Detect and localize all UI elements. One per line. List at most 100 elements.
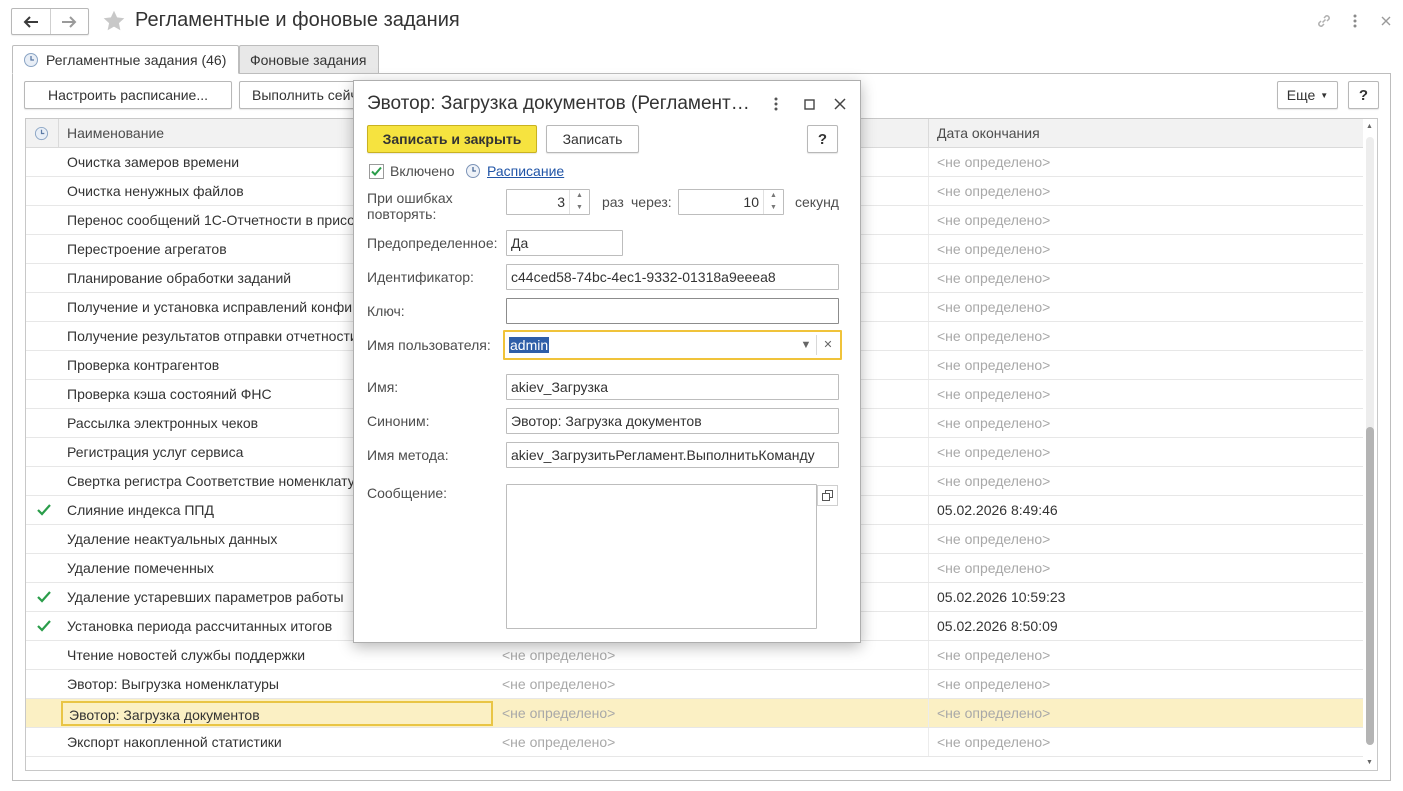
checkmark-icon — [371, 166, 382, 176]
spin-up-icon[interactable]: ▲ — [764, 190, 783, 202]
method-field[interactable]: akiev_ЗагрузитьРегламент.ВыполнитьКоманд… — [506, 442, 839, 468]
table-row[interactable]: Экспорт накопленной статистики <не опреде… — [26, 728, 1364, 757]
enabled-checkbox[interactable] — [369, 164, 384, 179]
favorite-star-icon[interactable] — [102, 9, 126, 33]
job-end-date-cell: <не определено> — [937, 415, 1051, 431]
job-end-date-cell: <не определено> — [937, 444, 1051, 460]
save-and-close-button[interactable]: Записать и закрыть — [367, 125, 537, 153]
dropdown-arrow-icon[interactable]: ▼ — [796, 335, 816, 355]
times-label: раз — [602, 194, 624, 210]
job-name-cell[interactable]: Эвотор: Загрузка документов — [61, 701, 493, 726]
scroll-thumb[interactable] — [1366, 427, 1374, 745]
job-end-date-cell: 05.02.2026 8:49:46 — [937, 502, 1058, 518]
job-start-cell: <не определено> — [502, 647, 616, 663]
synonym-field[interactable]: Эвотор: Загрузка документов — [506, 408, 839, 434]
seconds-label: секунд — [795, 194, 839, 210]
job-end-date-cell: 05.02.2026 8:50:09 — [937, 618, 1058, 634]
save-button[interactable]: Записать — [546, 125, 639, 153]
job-end-date-cell: <не определено> — [937, 560, 1051, 576]
dialog-help-button[interactable]: ? — [807, 125, 838, 153]
enabled-label: Включено — [390, 163, 455, 179]
forward-button[interactable] — [49, 9, 89, 34]
schedule-link[interactable]: Расписание — [487, 163, 564, 179]
retry-interval-stepper[interactable]: ▲ ▼ — [763, 190, 783, 214]
message-textarea[interactable] — [506, 484, 817, 629]
job-name-cell[interactable]: Чтение новостей службы поддержки — [67, 641, 493, 669]
job-end-date-cell: <не определено> — [937, 357, 1051, 373]
spin-down-icon[interactable]: ▼ — [764, 202, 783, 214]
job-name-cell[interactable]: Экспорт накопленной статистики — [67, 728, 493, 756]
retry-count-stepper[interactable]: ▲ ▼ — [569, 190, 589, 214]
job-end-date-cell: 05.02.2026 10:59:23 — [937, 589, 1066, 605]
tab-label: Регламентные задания (46) — [46, 51, 227, 68]
scroll-down-icon[interactable]: ▼ — [1366, 759, 1373, 766]
predefined-field: Да — [506, 230, 623, 256]
identifier-field[interactable]: c44ced58-74bc-4ec1-9332-01318a9eeea8 — [506, 264, 839, 290]
vertical-scrollbar[interactable]: ▲ ▼ — [1363, 119, 1377, 770]
job-end-date-cell: <не определено> — [937, 328, 1051, 344]
retry-count-field[interactable]: 3 ▲ ▼ — [506, 189, 590, 215]
window-title: Регламентные и фоновые задания — [135, 9, 460, 31]
dialog-close-icon[interactable] — [829, 93, 851, 115]
more-button[interactable]: Еще ▼ — [1277, 81, 1338, 109]
job-end-date-cell: <не определено> — [937, 270, 1051, 286]
job-start-cell: <не определено> — [502, 734, 616, 750]
dialog-more-icon[interactable] — [765, 93, 787, 115]
job-end-date-cell: <не определено> — [937, 676, 1051, 692]
method-label: Имя метода: — [367, 447, 449, 463]
after-label: через: — [631, 194, 672, 210]
schedule-settings-button[interactable]: Настроить расписание... — [24, 81, 232, 109]
job-end-date-cell: <не определено> — [937, 531, 1051, 547]
message-label: Сообщение: — [367, 485, 448, 501]
job-start-cell: <не определено> — [502, 676, 616, 692]
username-field[interactable]: admin ▼ ✕ — [503, 330, 842, 360]
table-row[interactable]: Эвотор: Загрузка документов <не определен… — [26, 699, 1364, 728]
spin-down-icon[interactable]: ▼ — [570, 202, 589, 214]
job-end-date-cell: <не определено> — [937, 705, 1051, 721]
maximize-icon[interactable] — [798, 93, 820, 115]
back-button[interactable] — [12, 9, 50, 34]
clear-icon[interactable]: ✕ — [818, 335, 838, 355]
open-editor-button[interactable] — [817, 485, 838, 506]
job-end-date-cell: <не определено> — [937, 154, 1051, 170]
column-header-name[interactable]: Наименование — [67, 119, 164, 148]
tab-scheduled-jobs[interactable]: Регламентные задания (46) — [12, 45, 239, 74]
status-column-icon — [34, 126, 49, 141]
checkmark-icon — [37, 504, 51, 516]
open-window-icon — [822, 490, 833, 501]
close-icon[interactable] — [1376, 11, 1396, 31]
key-field[interactable] — [506, 298, 839, 324]
synonym-label: Синоним: — [367, 413, 430, 429]
job-end-date-cell: <не определено> — [937, 473, 1051, 489]
job-end-date-cell: <не определено> — [937, 386, 1051, 402]
key-label: Ключ: — [367, 303, 405, 319]
retry-interval-value: 10 — [743, 194, 759, 210]
column-header-end-date[interactable]: Дата окончания — [937, 119, 1040, 148]
job-edit-dialog: Эвотор: Загрузка документов (Регламентно… — [353, 80, 861, 643]
tab-label: Фоновые задания — [250, 51, 367, 68]
table-row[interactable]: Эвотор: Выгрузка номенклатуры <не определ… — [26, 670, 1364, 699]
arrow-right-icon — [62, 15, 77, 28]
job-start-cell: <не определено> — [502, 705, 616, 721]
job-end-date-cell: <не определено> — [937, 734, 1051, 750]
retry-interval-field[interactable]: 10 ▲ ▼ — [678, 189, 784, 215]
job-end-date-cell: <не определено> — [937, 647, 1051, 663]
tab-background-jobs[interactable]: Фоновые задания — [239, 45, 379, 74]
checkmark-icon — [37, 591, 51, 603]
name-field[interactable]: akiev_Загрузка — [506, 374, 839, 400]
more-vertical-icon[interactable] — [1345, 11, 1365, 31]
table-row[interactable]: Чтение новостей службы поддержки <не опре… — [26, 641, 1364, 670]
job-end-date-cell: <не определено> — [937, 241, 1051, 257]
arrow-left-icon — [23, 15, 38, 28]
predefined-label: Предопределенное: — [367, 235, 498, 251]
scroll-up-icon[interactable]: ▲ — [1366, 123, 1373, 130]
job-end-date-cell: <не определено> — [937, 299, 1051, 315]
spin-up-icon[interactable]: ▲ — [570, 190, 589, 202]
retry-count-value: 3 — [557, 194, 565, 210]
link-icon[interactable] — [1314, 11, 1334, 31]
identifier-label: Идентификатор: — [367, 269, 474, 285]
help-button[interactable]: ? — [1348, 81, 1379, 109]
history-nav — [11, 8, 89, 35]
chevron-down-icon: ▼ — [1320, 90, 1329, 100]
job-name-cell[interactable]: Эвотор: Выгрузка номенклатуры — [67, 670, 493, 698]
